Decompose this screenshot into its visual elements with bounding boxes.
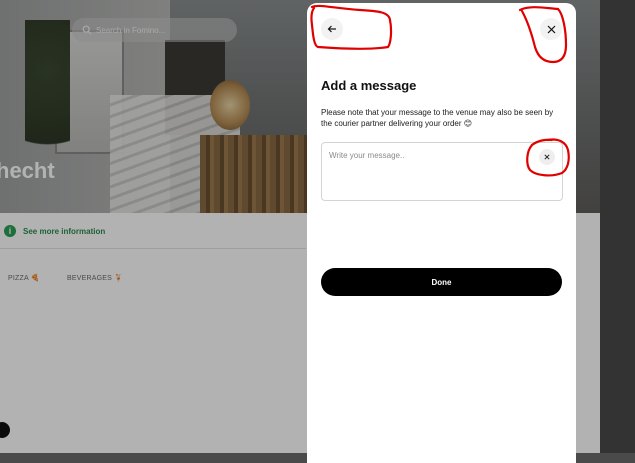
done-button[interactable]: Done [321, 268, 562, 296]
close-icon [544, 154, 550, 160]
arrow-left-icon [327, 25, 336, 33]
close-icon [547, 25, 555, 33]
back-button[interactable] [321, 18, 343, 40]
close-button[interactable] [540, 18, 562, 40]
add-message-dialog: Add a message Please note that your mess… [307, 3, 576, 463]
dialog-note: Please note that your message to the ven… [321, 108, 554, 128]
dialog-title: Add a message [321, 78, 417, 93]
message-textarea[interactable]: Write your message.. [321, 142, 563, 201]
message-placeholder: Write your message.. [329, 151, 405, 160]
clear-message-button[interactable] [539, 149, 555, 165]
